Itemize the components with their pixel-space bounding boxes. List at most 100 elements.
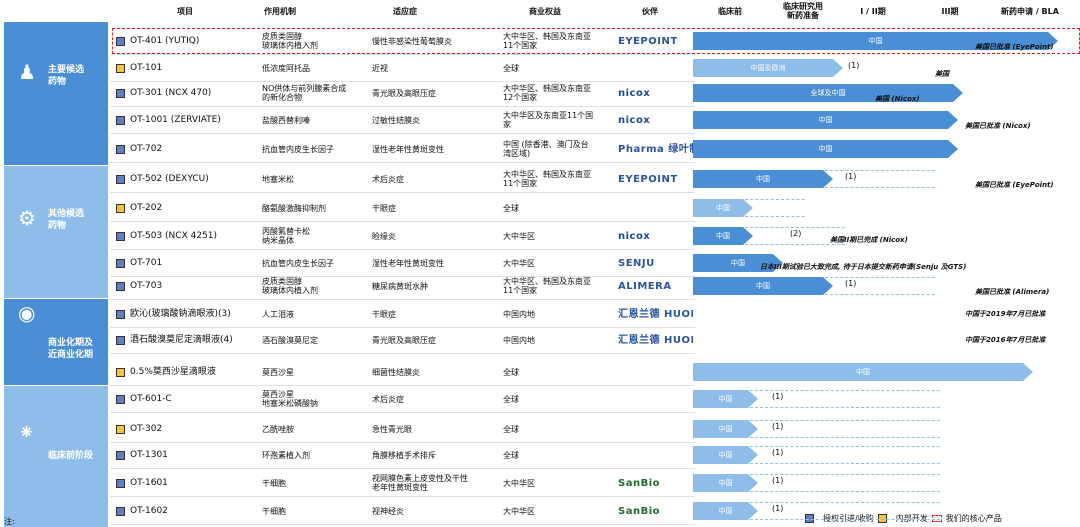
- progress-bar: 中国: [693, 420, 758, 438]
- progress-bar: 中国及欧洲: [693, 59, 843, 77]
- indication: 青光眼及高眼压症: [372, 335, 436, 345]
- indication: 青光眼及高眼压症: [372, 88, 436, 98]
- drug-name-label: OT-1001 (ZERVIATE): [130, 114, 221, 125]
- planned-stage-outline: [745, 199, 815, 217]
- drug-type-swatch: [116, 424, 125, 434]
- partner-logo: EYEPOINT: [618, 35, 678, 47]
- row-divider: [110, 496, 695, 497]
- status-note: 美国II期已完成 (Nicox): [830, 236, 908, 244]
- drug-type-swatch: [116, 115, 125, 125]
- commercial-rights: 中国内地: [503, 335, 535, 345]
- planned-stage-outline: [825, 277, 945, 295]
- indication: 角膜移植手术排斥: [372, 450, 436, 460]
- drug-name: OT-503 (NCX 4251): [116, 223, 286, 249]
- progress-bar: 中国: [693, 170, 833, 188]
- row-divider: [110, 162, 695, 163]
- row-divider: [110, 221, 695, 222]
- drug-name: OT-401 (YUTIQ): [116, 28, 286, 54]
- mechanism: 酒石酸溴莫尼定: [262, 335, 318, 345]
- progress-bar: 中国: [693, 140, 958, 158]
- status-note: 美国已批准 (EyePoint): [975, 181, 1054, 189]
- group-main-candidates: ♟ 主要候选 药物: [4, 22, 108, 165]
- progress-bar: 中国: [693, 474, 758, 492]
- legend-core-label: 我们的核心产品: [945, 514, 1002, 523]
- drug-name: OT-601-C: [116, 386, 286, 412]
- mechanism: 抗血管内皮生长因子: [262, 144, 334, 154]
- row-divider: [110, 192, 695, 193]
- money-bag-icon: ◉: [18, 301, 36, 325]
- drug-name: OT-1001 (ZERVIATE): [116, 107, 286, 133]
- drug-name: OT-1602: [116, 498, 286, 524]
- header-phase12: I / II期: [860, 6, 886, 16]
- row-divider: [110, 412, 695, 413]
- header-mechanism: 作用机制: [264, 6, 296, 16]
- progress-bar: 中国: [693, 363, 1033, 381]
- mechanism: 盐酸西替利嗪: [262, 115, 310, 125]
- partner-logo: nicox: [618, 114, 651, 126]
- mechanism: 酪氨酸激酶抑制剂: [262, 203, 326, 213]
- commercial-rights: 全球: [503, 450, 519, 460]
- drug-name: OT-302: [116, 416, 286, 442]
- group-label: 临床前阶段: [48, 451, 94, 461]
- commercial-rights: 大中华区: [503, 231, 535, 241]
- mechanism: 低浓度阿托品: [262, 63, 310, 73]
- row-divider: [110, 299, 695, 300]
- partner-logo: SanBio: [618, 505, 660, 517]
- drug-type-swatch: [116, 450, 125, 460]
- drug-name-label: OT-302: [130, 423, 163, 434]
- drug-type-swatch: [116, 335, 125, 345]
- partner-logo: nicox: [618, 87, 651, 99]
- commercial-rights: 大中华区、韩国及东南亚 11个国家: [503, 32, 591, 50]
- mechanism: 干细胞: [262, 478, 286, 488]
- mechanism: 人工泪液: [262, 309, 294, 319]
- commercial-rights: 大中华区、韩国及东南亚 12个国家: [503, 84, 591, 102]
- row-divider: [110, 133, 695, 134]
- status-note: 中国于2019年7月已批准: [965, 310, 1046, 318]
- partner-logo: EYEPOINT: [618, 173, 678, 185]
- drug-name-label: OT-301 (NCX 470): [130, 87, 212, 98]
- progress-bar: 中国: [693, 227, 753, 245]
- drug-name: OT-702: [116, 136, 286, 162]
- progress-bar: 中国: [693, 111, 958, 129]
- partner-logo: ALIMERA: [618, 280, 672, 292]
- drug-name: OT-202: [116, 195, 286, 221]
- indication: 湿性老年性黄斑变性: [372, 144, 444, 154]
- status-note: 日本III期试验已大致完成, 待于日本提交新药申请(Senju 及GTS): [760, 263, 967, 271]
- drug-name: OT-1301: [116, 442, 286, 468]
- footnote-ref: (1): [772, 422, 784, 431]
- drug-name-label: OT-703: [130, 280, 163, 291]
- drug-type-swatch: [116, 367, 125, 377]
- drug-type-swatch: [116, 174, 125, 184]
- commercial-rights: 中国 (除香港、澳门及台 湾区域): [503, 140, 589, 158]
- status-note: 中国于2016年7月已批准: [965, 336, 1046, 344]
- indication: 慢性非感染性葡萄膜炎: [372, 36, 452, 46]
- footnote-ref: (1): [845, 279, 857, 288]
- drug-name-label: OT-101: [130, 62, 163, 73]
- header-clinical-prep: 临床研究用 新药准备: [783, 2, 823, 20]
- drug-type-swatch: [116, 63, 125, 73]
- mechanism: 地塞米松: [262, 174, 294, 184]
- commercial-rights: 全球: [503, 367, 519, 377]
- mechanism: 皮质类固醇 玻璃体内植入剂: [262, 277, 318, 295]
- header-item: 项目: [177, 6, 193, 16]
- partner-logo: nicox: [618, 230, 651, 242]
- commercial-rights: 大中华区及东南亚11个国 家: [503, 111, 594, 129]
- commercial-rights: 大中华区: [503, 506, 535, 516]
- status-note: 美国 (Nicox): [875, 95, 920, 103]
- row-divider: [110, 353, 695, 354]
- commercial-rights: 大中华区、韩国及东南亚 11个国家: [503, 170, 591, 188]
- progress-bar: 全球及中国: [693, 84, 963, 102]
- drug-name: 酒石酸溴莫尼定滴眼液(4): [116, 327, 286, 353]
- footnote-ref: (1): [772, 504, 784, 513]
- indication: 细菌性结膜炎: [372, 367, 420, 377]
- gears-icon: ⚙: [18, 206, 36, 230]
- indication: 急性青光眼: [372, 424, 412, 434]
- row-divider: [110, 524, 695, 525]
- group-label: 商业化期及 近商业化期: [48, 338, 94, 360]
- drug-name-label: 酒石酸溴莫尼定滴眼液(4): [130, 334, 233, 345]
- drug-name-label: OT-601-C: [130, 393, 172, 404]
- drug-name-label: OT-503 (NCX 4251): [130, 230, 218, 241]
- mechanism: 丙酸氟替卡松 纳米晶体: [262, 227, 310, 245]
- drug-name-label: OT-401 (YUTIQ): [130, 35, 200, 46]
- drug-name: OT-301 (NCX 470): [116, 80, 286, 106]
